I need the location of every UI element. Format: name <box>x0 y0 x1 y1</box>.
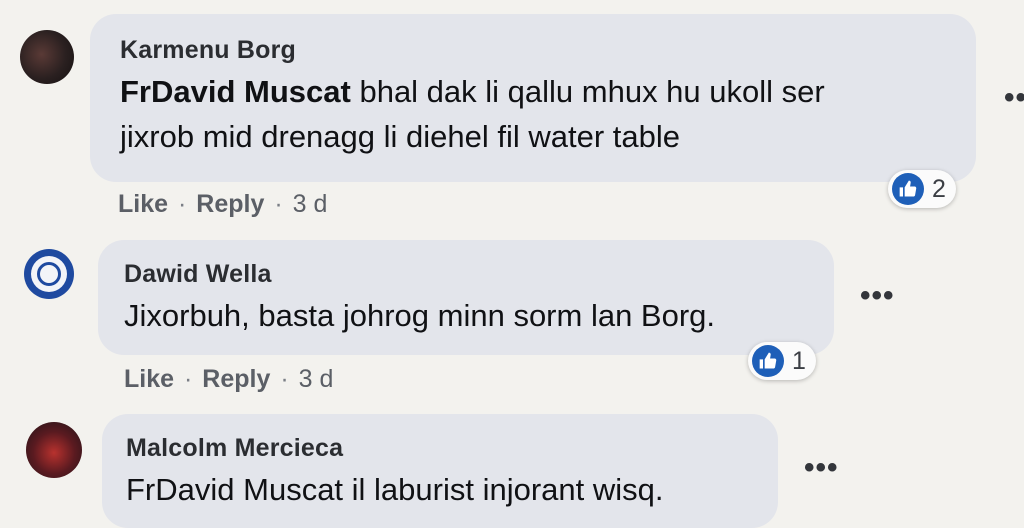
comment-text-line2: jixrob mid drenagg li diehel fil water t… <box>120 119 681 154</box>
reaction-count[interactable]: 1 <box>748 342 816 380</box>
mention-link[interactable]: FrDavid Muscat <box>120 74 351 109</box>
reply-link[interactable]: Reply <box>202 365 270 393</box>
separator: · <box>183 365 193 393</box>
comment-text: Jixorbuh, basta johrog minn sorm lan Bor… <box>124 298 716 333</box>
comment-text-line1: il laburist injorant wisq. <box>343 472 664 507</box>
more-options-icon[interactable]: ••• <box>860 281 895 311</box>
like-link[interactable]: Like <box>124 365 174 393</box>
comment-bubble: Malcolm Mercieca FrDavid Muscat il labur… <box>102 414 778 528</box>
avatar[interactable] <box>26 422 82 478</box>
avatar-emblem <box>31 256 67 292</box>
comment-timestamp[interactable]: 3 d <box>299 365 334 393</box>
more-options-icon[interactable]: ••• <box>804 453 839 483</box>
separator: · <box>280 365 289 393</box>
comment-actions: Like · Reply · 3 d <box>124 365 333 394</box>
comment-text: FrDavid Muscat il laburist injorant wisq… <box>126 467 778 512</box>
mention-link[interactable]: FrDavid Muscat <box>126 472 343 507</box>
comment-actions: Like · Reply · 3 d <box>118 190 327 219</box>
reaction-count-label: 1 <box>792 346 806 375</box>
more-options-icon[interactable]: ••• <box>1004 83 1024 113</box>
avatar[interactable] <box>24 249 74 299</box>
separator: · <box>177 190 187 218</box>
comment-author[interactable]: Dawid Wella <box>124 260 834 289</box>
comment-bubble: Dawid Wella Jixorbuh, basta johrog minn … <box>98 240 834 355</box>
comment-text-line1: bhal dak li qallu mhux hu ukoll ser <box>350 74 825 109</box>
thumbs-up-icon <box>752 345 784 377</box>
separator: · <box>274 190 283 218</box>
reaction-count-label: 2 <box>932 174 946 203</box>
like-link[interactable]: Like <box>118 190 168 218</box>
comment-timestamp[interactable]: 3 d <box>293 190 328 218</box>
avatar-emblem-inner <box>37 262 61 286</box>
comment-bubble: Karmenu Borg FrDavid Muscat bhal dak li … <box>90 14 976 182</box>
reply-link[interactable]: Reply <box>196 190 264 218</box>
comment-author[interactable]: Karmenu Borg <box>120 36 976 65</box>
comment-author[interactable]: Malcolm Mercieca <box>126 434 778 463</box>
reaction-count[interactable]: 2 <box>888 170 956 208</box>
avatar[interactable] <box>20 30 74 84</box>
thumbs-up-icon <box>892 173 924 205</box>
comment-text: FrDavid Muscat bhal dak li qallu mhux hu… <box>120 69 976 159</box>
